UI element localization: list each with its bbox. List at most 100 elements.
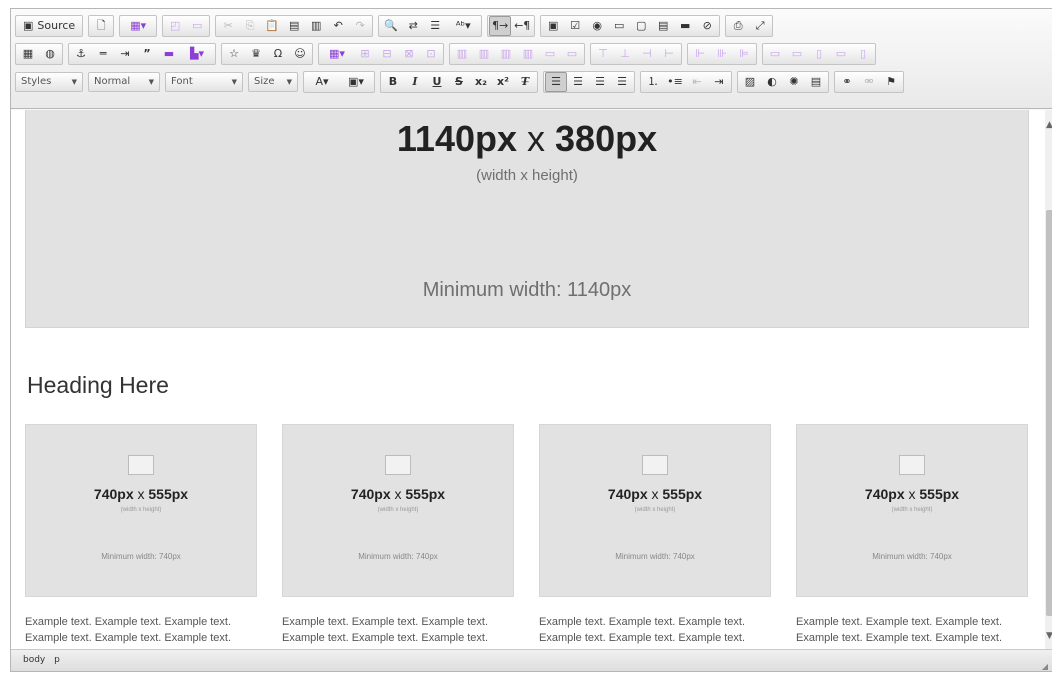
superscript-icon[interactable]: x² xyxy=(492,72,514,92)
chart-icon[interactable]: ▙▾ xyxy=(180,44,214,64)
outdent-icon[interactable]: ⇤ xyxy=(686,72,708,92)
font-dropdown[interactable]: Font ▼ xyxy=(165,71,243,92)
table-icon[interactable]: ▦▾ xyxy=(320,44,354,64)
table-op-4-icon[interactable]: ⊡ xyxy=(420,44,442,64)
cut-icon[interactable]: ✂ xyxy=(217,16,239,36)
cell-op-6-icon[interactable]: ▭ xyxy=(561,44,583,64)
path-item-p[interactable]: p xyxy=(54,655,60,665)
spellcheck-icon[interactable]: ᴬᵇ▾ xyxy=(446,16,480,36)
save-template-icon[interactable]: ▭ xyxy=(186,16,208,36)
styles-dropdown[interactable]: Styles ▼ xyxy=(15,71,83,92)
align-justify-icon[interactable]: ☰ xyxy=(611,72,633,92)
vertical-scrollbar[interactable]: ▲ ▼ xyxy=(1045,110,1052,649)
row-op-2-icon[interactable]: ⊥ xyxy=(614,44,636,64)
cell-op-3-icon[interactable]: ▥ xyxy=(495,44,517,64)
cell-op-2-icon[interactable]: ▥ xyxy=(473,44,495,64)
card-image-placeholder[interactable]: 740px x 555px (width x height) Minimum w… xyxy=(25,424,257,597)
textarea-icon[interactable]: ▢ xyxy=(630,16,652,36)
merge-op-3-icon[interactable]: ▯ xyxy=(808,44,830,64)
merge-op-5-icon[interactable]: ▯ xyxy=(852,44,874,64)
form-icon[interactable]: ▣ xyxy=(542,16,564,36)
flag-icon[interactable]: ⚑ xyxy=(880,72,902,92)
horizontal-rule-icon[interactable]: ═ xyxy=(92,44,114,64)
ltr-icon[interactable]: ¶→ xyxy=(489,15,512,36)
undo-icon[interactable]: ↶ xyxy=(327,16,349,36)
button-field-icon[interactable]: ▬ xyxy=(674,16,696,36)
textfield-icon[interactable]: ▭ xyxy=(608,16,630,36)
indent-icon[interactable]: ⇥ xyxy=(708,72,730,92)
col-op-2-icon[interactable]: ⊪ xyxy=(711,44,733,64)
editor-content-area[interactable]: 1140px x 380px (width x height) Minimum … xyxy=(11,110,1045,649)
star-icon[interactable]: ☆ xyxy=(223,44,245,64)
select-field-icon[interactable]: ▤ xyxy=(652,16,674,36)
image-icon[interactable]: ▨ xyxy=(739,72,761,92)
media-icon[interactable]: ✺ xyxy=(783,72,805,92)
size-dropdown[interactable]: Size ▼ xyxy=(248,71,298,92)
subscript-icon[interactable]: x₂ xyxy=(470,72,492,92)
flash-icon[interactable]: ◐ xyxy=(761,72,783,92)
paste-word-icon[interactable]: ▥ xyxy=(305,16,327,36)
smiley-icon[interactable]: ☺ xyxy=(289,44,311,64)
indent-block-icon[interactable]: ⇥ xyxy=(114,44,136,64)
find-icon[interactable]: 🔍 xyxy=(380,16,402,36)
bulleted-list-icon[interactable]: •≡ xyxy=(664,72,686,92)
scrollbar-thumb[interactable] xyxy=(1046,210,1052,616)
rtl-icon[interactable]: ←¶ xyxy=(511,16,533,36)
insert-template-icon[interactable]: ◰ xyxy=(164,16,186,36)
radio-icon[interactable]: ◉ xyxy=(586,16,608,36)
trophy-icon[interactable]: ♛ xyxy=(245,44,267,64)
blockquote-icon[interactable]: ” xyxy=(136,44,158,64)
path-item-body[interactable]: body xyxy=(23,655,45,665)
row-op-3-icon[interactable]: ⊣ xyxy=(636,44,658,64)
row-op-1-icon[interactable]: ⊤ xyxy=(592,44,614,64)
unlink-icon[interactable]: ⚮ xyxy=(858,72,880,92)
cell-op-5-icon[interactable]: ▭ xyxy=(539,44,561,64)
scroll-down-icon[interactable]: ▼ xyxy=(1046,631,1052,641)
anchor-icon[interactable]: ⚓ xyxy=(70,44,92,64)
resize-handle-icon[interactable]: ◢ xyxy=(1042,662,1048,671)
italic-icon[interactable]: I xyxy=(404,72,426,92)
merge-op-1-icon[interactable]: ▭ xyxy=(764,44,786,64)
print-icon[interactable]: ⎙ xyxy=(727,16,749,36)
redo-icon[interactable]: ↷ xyxy=(349,16,371,36)
copy-icon[interactable]: ⎘ xyxy=(239,16,261,36)
align-right-icon[interactable]: ☰ xyxy=(589,72,611,92)
format-dropdown[interactable]: Normal ▼ xyxy=(88,71,160,92)
align-center-icon[interactable]: ☰ xyxy=(567,72,589,92)
link-icon[interactable]: ⚭ xyxy=(836,72,858,92)
new-page-icon[interactable]: 🗋 xyxy=(90,16,112,36)
table-op-2-icon[interactable]: ⊟ xyxy=(376,44,398,64)
align-left-icon[interactable]: ☰ xyxy=(545,71,567,92)
numbered-list-icon[interactable]: ⒈ xyxy=(642,72,664,92)
templates-icon[interactable]: ▦▾ xyxy=(121,16,155,36)
widget-icon[interactable]: ▬ xyxy=(158,44,180,64)
merge-op-4-icon[interactable]: ▭ xyxy=(830,44,852,64)
checkbox-icon[interactable]: ☑ xyxy=(564,16,586,36)
paste-text-icon[interactable]: ▤ xyxy=(283,16,305,36)
select-all-icon[interactable]: ☰ xyxy=(424,16,446,36)
qr-code-icon[interactable]: ▦ xyxy=(17,44,39,64)
maximize-icon[interactable]: ⤢ xyxy=(749,16,771,36)
hidden-field-icon[interactable]: ⊘ xyxy=(696,16,718,36)
hero-image-placeholder[interactable]: 1140px x 380px (width x height) Minimum … xyxy=(25,110,1029,328)
underline-icon[interactable]: U xyxy=(426,72,448,92)
table-op-3-icon[interactable]: ⊠ xyxy=(398,44,420,64)
card-image-placeholder[interactable]: 740px x 555px (width x height) Minimum w… xyxy=(282,424,514,597)
cell-op-1-icon[interactable]: ▥ xyxy=(451,44,473,64)
paste-icon[interactable]: 📋 xyxy=(261,16,283,36)
card-image-placeholder[interactable]: 740px x 555px (width x height) Minimum w… xyxy=(796,424,1028,597)
text-color-icon[interactable]: A▾ xyxy=(305,72,339,92)
scroll-up-icon[interactable]: ▲ xyxy=(1046,120,1052,130)
replace-icon[interactable]: ⇄ xyxy=(402,16,424,36)
source-button[interactable]: ▣ Source xyxy=(17,16,81,36)
table-op-1-icon[interactable]: ⊞ xyxy=(354,44,376,64)
col-op-1-icon[interactable]: ⊩ xyxy=(689,44,711,64)
special-char-icon[interactable]: Ω xyxy=(267,44,289,64)
remove-format-icon[interactable]: T̶ xyxy=(514,72,536,92)
background-color-icon[interactable]: ▣▾ xyxy=(339,72,373,92)
row-op-4-icon[interactable]: ⊢ xyxy=(658,44,680,64)
strikethrough-icon[interactable]: S xyxy=(448,72,470,92)
merge-op-2-icon[interactable]: ▭ xyxy=(786,44,808,64)
cell-op-4-icon[interactable]: ▥ xyxy=(517,44,539,64)
globe-icon[interactable]: ◍ xyxy=(39,44,61,64)
